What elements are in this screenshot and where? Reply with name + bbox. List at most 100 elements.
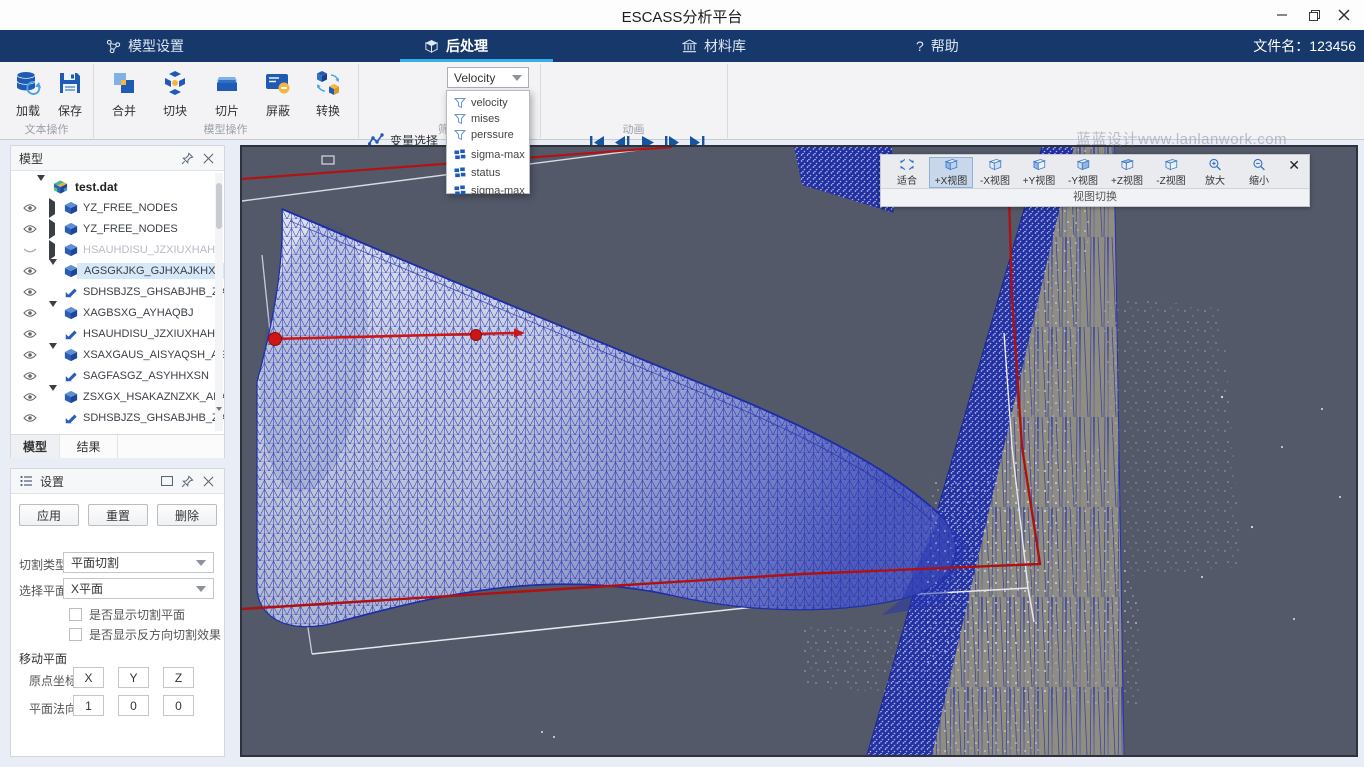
- origin-y-input[interactable]: [118, 667, 149, 688]
- view-minus-z-button[interactable]: -Z视图: [1149, 157, 1193, 188]
- menu-item-postprocess[interactable]: 后处理: [424, 30, 488, 62]
- variable-option[interactable]: perssure: [447, 127, 529, 143]
- variable-option[interactable]: velocity: [447, 95, 529, 111]
- origin-x-input[interactable]: [73, 667, 104, 688]
- visibility-eye-icon[interactable]: [23, 224, 37, 234]
- variable-option[interactable]: status: [447, 165, 529, 181]
- tree-item[interactable]: YZ_FREE_NODES: [11, 197, 224, 218]
- scroll-down-icon[interactable]: [216, 411, 222, 429]
- tab-result[interactable]: 结果: [60, 435, 118, 458]
- menu-item-label: 模型设置: [128, 36, 184, 56]
- view-cube-icon: [940, 158, 962, 171]
- visibility-eye-icon[interactable]: [23, 329, 37, 339]
- help-icon: ?: [916, 38, 924, 54]
- expander-icon[interactable]: [37, 181, 45, 193]
- apply-button[interactable]: 应用: [19, 504, 79, 526]
- funnel-icon: [454, 129, 466, 141]
- tree-item[interactable]: XSAXGAUS_AISYAQSH_ASHX: [11, 344, 224, 365]
- tree-item[interactable]: YZ_FREE_NODES: [11, 218, 224, 239]
- menu-item-help[interactable]: ? 帮助: [916, 30, 959, 62]
- variable-option[interactable]: sigma-max: [447, 147, 529, 163]
- cube-icon: [63, 306, 78, 320]
- load-button[interactable]: 加载: [6, 68, 50, 126]
- expander-icon[interactable]: [49, 349, 57, 361]
- menu-item-material-library[interactable]: 材料库: [682, 30, 746, 62]
- expander-icon[interactable]: [49, 223, 55, 235]
- delete-button[interactable]: 删除: [157, 504, 217, 526]
- variable-option-label: sigma-max: [471, 149, 525, 161]
- expander-icon[interactable]: [49, 391, 57, 403]
- zoom-in-button[interactable]: 放大: [1193, 157, 1237, 188]
- normal-x-input[interactable]: [73, 695, 104, 716]
- visibility-eye-icon[interactable]: [23, 203, 37, 213]
- visibility-eye-icon[interactable]: [23, 308, 37, 318]
- visibility-eye-icon[interactable]: [23, 266, 37, 276]
- cut-block-button[interactable]: 切块: [153, 68, 197, 126]
- tree-item[interactable]: SAGFASGZ_ASYHHXSN: [11, 365, 224, 386]
- normal-y-input[interactable]: [118, 695, 149, 716]
- plane-select[interactable]: X平面: [63, 578, 214, 599]
- expander-icon[interactable]: [49, 307, 57, 319]
- visibility-eye-closed-icon[interactable]: [23, 245, 37, 255]
- origin-z-input[interactable]: [163, 667, 194, 688]
- close-panel-icon[interactable]: [201, 474, 216, 489]
- close-panel-icon[interactable]: [201, 151, 216, 166]
- tree-item[interactable]: SDHSBJZS_GHSABJHB_ZAHU: [11, 407, 224, 428]
- slice-button[interactable]: 切片: [205, 68, 249, 126]
- expander-icon[interactable]: [49, 202, 55, 214]
- show-cut-plane-checkbox[interactable]: [69, 608, 82, 621]
- variable-dropdown-select[interactable]: Velocity: [447, 67, 529, 88]
- reverse-cut-checkbox[interactable]: [69, 628, 82, 641]
- escass-app-window: ESCASS分析平台 模型设置 后处理 材料库 ? 帮助 文件名：123456: [0, 0, 1364, 767]
- fit-view-button[interactable]: 适合: [885, 157, 929, 188]
- visibility-eye-icon[interactable]: [23, 350, 37, 360]
- expander-icon[interactable]: [49, 265, 57, 277]
- pin-icon[interactable]: [180, 151, 195, 166]
- minimize-button[interactable]: [1268, 3, 1296, 27]
- merge-button[interactable]: 合并: [102, 68, 146, 126]
- tree-item[interactable]: ZSXGX_HSAKAZNZXK_AHASX: [11, 386, 224, 407]
- visibility-eye-icon[interactable]: [23, 413, 37, 423]
- pin-icon[interactable]: [180, 474, 195, 489]
- reset-button[interactable]: 重置: [88, 504, 148, 526]
- show-cut-plane-label: 是否显示切割平面: [89, 606, 185, 623]
- grid-icon: [454, 185, 466, 197]
- mask-button[interactable]: 屏蔽: [256, 68, 300, 126]
- scrollbar-thumb[interactable]: [216, 183, 222, 229]
- window-title: ESCASS分析平台: [0, 6, 1364, 27]
- convert-button[interactable]: 转换: [306, 68, 350, 126]
- normal-z-input[interactable]: [163, 695, 194, 716]
- viewport-3d[interactable]: 适合 +X视图 -X视图 +Y视图 -Y视图: [240, 145, 1358, 757]
- view-plus-y-button[interactable]: +Y视图: [1017, 157, 1061, 188]
- tree-item[interactable]: HSAUHDISU_JZXIUXHAHX: [11, 323, 224, 344]
- view-toolbar-close-icon[interactable]: ✕: [1288, 157, 1300, 174]
- view-plus-z-button[interactable]: +Z视图: [1105, 157, 1149, 188]
- view-minus-y-button[interactable]: -Y视图: [1061, 157, 1105, 188]
- visibility-eye-icon[interactable]: [23, 371, 37, 381]
- restore-button[interactable]: [1300, 3, 1328, 27]
- viewport-3d-scene[interactable]: [242, 147, 1356, 755]
- reverse-cut-label: 是否显示反方向切割效果: [89, 626, 221, 643]
- view-minus-x-button[interactable]: -X视图: [973, 157, 1017, 188]
- tab-model[interactable]: 模型: [11, 435, 60, 458]
- variable-option[interactable]: mises: [447, 111, 529, 127]
- view-plus-x-button[interactable]: +X视图: [929, 157, 973, 188]
- visibility-eye-icon[interactable]: [23, 392, 37, 402]
- save-button[interactable]: 保存: [48, 68, 92, 126]
- close-button[interactable]: [1330, 3, 1358, 27]
- zoom-out-button[interactable]: 缩小: [1237, 157, 1281, 188]
- expander-icon[interactable]: [49, 244, 55, 256]
- menu-item-model-settings[interactable]: 模型设置: [106, 30, 184, 62]
- tree-scrollbar[interactable]: [215, 173, 223, 431]
- tree-item-hidden[interactable]: HSAUHDISU_JZXIUXHAHX: [11, 239, 224, 260]
- probe-point-start[interactable]: [269, 333, 282, 346]
- visibility-eye-icon[interactable]: [23, 287, 37, 297]
- tree-item-root[interactable]: test.dat: [11, 176, 224, 197]
- float-window-icon[interactable]: [159, 474, 174, 489]
- tree-item[interactable]: SDHSBJZS_GHSABJHB_ZAHU: [11, 281, 224, 302]
- probe-point-mid[interactable]: [471, 330, 482, 341]
- variable-option[interactable]: sigma-max: [447, 183, 529, 199]
- tree-item[interactable]: XAGBSXG_AYHAQBJ: [11, 302, 224, 323]
- tree-item-selected[interactable]: AGSGKJKG_GJHXAJKHXA: [11, 260, 224, 281]
- cut-type-select[interactable]: 平面切割: [63, 552, 214, 573]
